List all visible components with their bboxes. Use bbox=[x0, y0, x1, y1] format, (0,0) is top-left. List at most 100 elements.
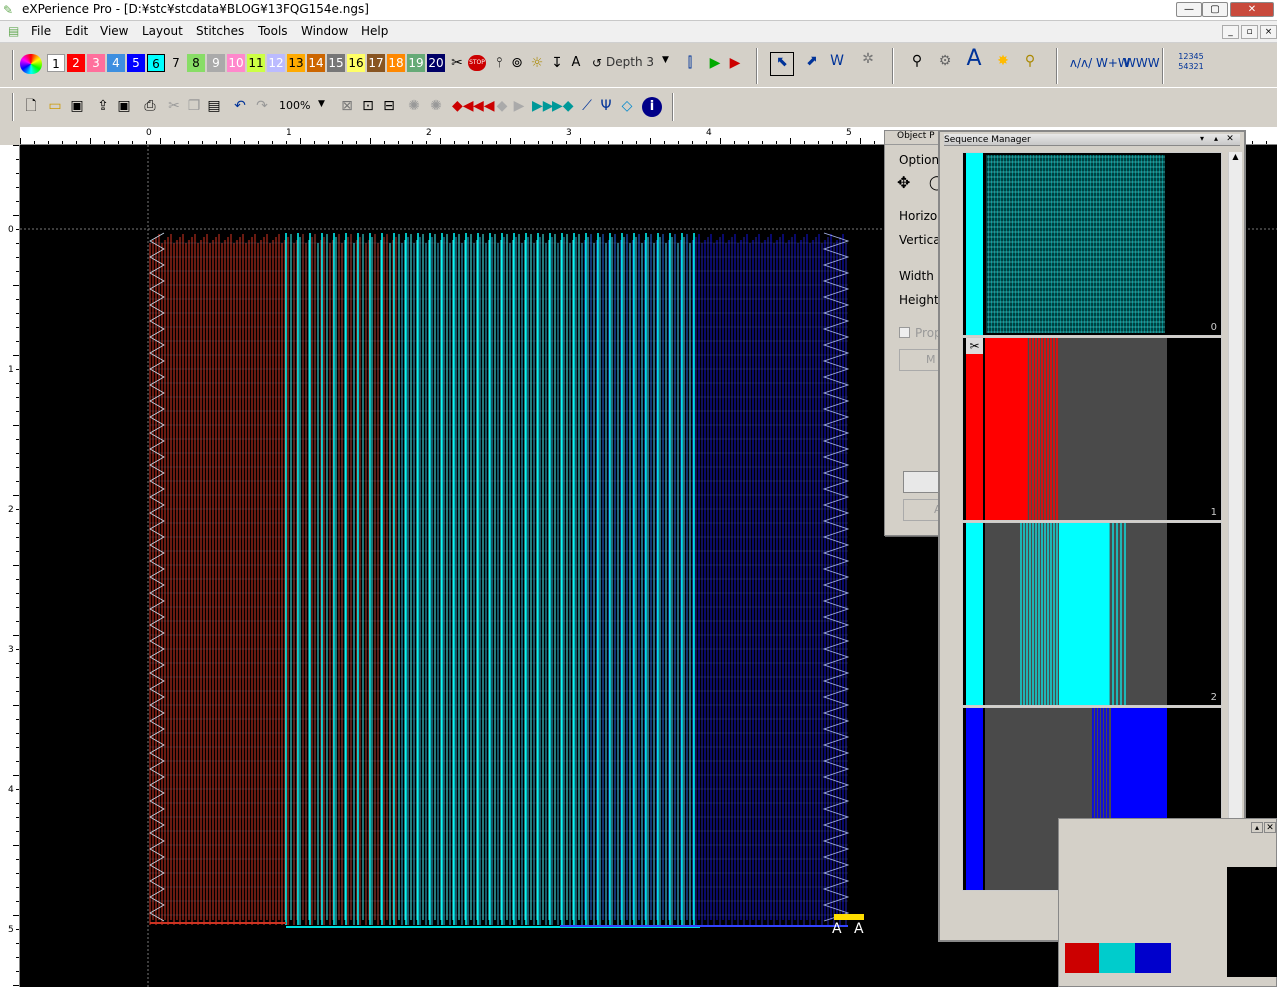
color-button-13[interactable]: 13 bbox=[287, 54, 305, 72]
maximize-button[interactable]: ▢ bbox=[1202, 2, 1228, 17]
depth-selector[interactable]: Depth 3 bbox=[606, 55, 654, 69]
sequence-row-0[interactable]: 0 bbox=[962, 152, 1222, 336]
sequence-row-2[interactable]: 2 bbox=[962, 522, 1222, 706]
last-icon[interactable]: ▶◆ bbox=[552, 97, 574, 115]
text-tool-icon[interactable]: A bbox=[961, 48, 987, 70]
node-select-icon[interactable]: ⬈ bbox=[800, 52, 824, 70]
print-icon[interactable]: ⎙ bbox=[141, 97, 159, 115]
scroll-up-icon[interactable]: ▲ bbox=[1229, 152, 1242, 161]
move-icon[interactable]: ✥ bbox=[897, 173, 910, 192]
bug-2-icon[interactable]: ✺ bbox=[426, 97, 446, 115]
lock-icon[interactable]: ⊚ bbox=[508, 54, 526, 72]
wave-select-icon[interactable]: W bbox=[826, 52, 848, 70]
stitch-pattern-3-icon[interactable]: WWW bbox=[1124, 54, 1160, 72]
menu-layout[interactable]: Layout bbox=[142, 24, 183, 38]
close-button[interactable]: ✕ bbox=[1230, 2, 1274, 17]
zoom-page-icon[interactable]: ⊟ bbox=[380, 97, 398, 115]
scissors-icon[interactable]: ✂ bbox=[448, 54, 466, 72]
zoom-box-icon[interactable]: ⊡ bbox=[359, 97, 377, 115]
rewind-icon[interactable]: ◀◀ bbox=[473, 97, 495, 115]
magnifier-icon[interactable]: ⚲ bbox=[905, 52, 929, 70]
zoom-icon[interactable]: ⚲ bbox=[1018, 52, 1042, 70]
select-arrow-icon[interactable]: ⬉ bbox=[770, 52, 794, 76]
cut-icon[interactable]: ✂ bbox=[165, 97, 183, 115]
chevron-down-icon[interactable]: ▼ bbox=[662, 55, 669, 65]
menu-file[interactable]: File bbox=[31, 24, 51, 38]
menu-help[interactable]: Help bbox=[361, 24, 388, 38]
options-tab[interactable]: Option bbox=[899, 153, 939, 167]
close-icon[interactable]: ✕ bbox=[1224, 134, 1236, 145]
mdi-restore-button[interactable]: ▫ bbox=[1241, 25, 1258, 39]
sequence-row-1[interactable]: ✂ 1 bbox=[962, 337, 1222, 521]
zoom-fit-icon[interactable]: ⊠ bbox=[338, 97, 356, 115]
paste-icon[interactable]: ▤ bbox=[205, 97, 223, 115]
align-icon[interactable]: ⫿ bbox=[680, 54, 700, 72]
color-button-18[interactable]: 18 bbox=[387, 54, 405, 72]
color-button-14[interactable]: 14 bbox=[307, 54, 325, 72]
color-button-8[interactable]: 8 bbox=[187, 54, 205, 72]
color-button-15[interactable]: 15 bbox=[327, 54, 345, 72]
scrollbar[interactable]: ▲ ▼ bbox=[1228, 152, 1242, 932]
color-button-19[interactable]: 19 bbox=[407, 54, 425, 72]
menu-edit[interactable]: Edit bbox=[65, 24, 88, 38]
color-button-3[interactable]: 3 bbox=[87, 54, 105, 72]
copy-icon[interactable]: ❐ bbox=[185, 97, 203, 115]
color-button-4[interactable]: 4 bbox=[107, 54, 125, 72]
stitch-icon[interactable]: Ψ bbox=[597, 97, 615, 115]
redo-icon[interactable]: ↷ bbox=[253, 97, 271, 115]
color-button-11[interactable]: 11 bbox=[247, 54, 265, 72]
text-icon[interactable]: A bbox=[568, 54, 584, 72]
sun-icon[interactable]: ☼ bbox=[528, 54, 546, 72]
color-button-16[interactable]: 16 bbox=[347, 54, 365, 72]
collapse-icon[interactable]: ▾ bbox=[1196, 134, 1208, 145]
color-button-1[interactable]: 1 bbox=[47, 54, 65, 72]
prev-icon[interactable]: ◆ bbox=[495, 97, 509, 115]
mdi-minimize-button[interactable]: _ bbox=[1222, 25, 1239, 39]
play-icon[interactable]: ▶ bbox=[706, 54, 724, 72]
color-button-7[interactable]: 7 bbox=[167, 54, 185, 72]
diamond-icon[interactable]: ◇ bbox=[618, 97, 636, 115]
menu-window[interactable]: Window bbox=[301, 24, 348, 38]
save-as-icon[interactable]: ▣ bbox=[115, 97, 133, 115]
play-end-icon[interactable]: ▶ bbox=[726, 54, 744, 72]
chevron-up-icon[interactable]: ▴ bbox=[1210, 134, 1222, 145]
path-icon[interactable]: ⟋ bbox=[578, 97, 596, 115]
undo-icon[interactable]: ↶ bbox=[231, 97, 249, 115]
menu-stitches[interactable]: Stitches bbox=[196, 24, 244, 38]
forward-icon[interactable]: ▶▶ bbox=[532, 97, 554, 115]
needle-icon[interactable]: ⫯ bbox=[490, 54, 508, 72]
sequence-number-icon[interactable]: 12345 54321 bbox=[1176, 52, 1206, 72]
close-icon[interactable]: ✕ bbox=[1264, 822, 1276, 833]
color-button-12[interactable]: 12 bbox=[267, 54, 285, 72]
color-button-9[interactable]: 9 bbox=[207, 54, 225, 72]
color-button-17[interactable]: 17 bbox=[367, 54, 385, 72]
needle-down-icon[interactable]: ↧ bbox=[548, 54, 566, 72]
bug-1-icon[interactable]: ✺ bbox=[404, 97, 424, 115]
open-folder-icon[interactable]: ▭ bbox=[46, 97, 64, 115]
import-icon[interactable]: ⇪ bbox=[94, 97, 112, 115]
color-button-5[interactable]: 5 bbox=[127, 54, 145, 72]
stitch-pattern-1-icon[interactable]: ʌ/ʌ/ bbox=[1068, 54, 1094, 72]
proportional-checkbox[interactable] bbox=[899, 327, 910, 338]
ole2-icon[interactable]: ✲ bbox=[854, 50, 882, 68]
color-button-10[interactable]: 10 bbox=[227, 54, 245, 72]
color-button-6[interactable]: 6 bbox=[147, 54, 165, 72]
save-icon[interactable]: ▣ bbox=[68, 97, 86, 115]
zoom-selector[interactable]: 100% bbox=[279, 99, 310, 112]
star-icon[interactable]: ✸ bbox=[991, 52, 1015, 70]
chevron-down-icon[interactable]: ▼ bbox=[318, 99, 325, 109]
next-icon[interactable]: ▶ bbox=[512, 97, 526, 115]
menu-tools[interactable]: Tools bbox=[258, 24, 288, 38]
color-button-2[interactable]: 2 bbox=[67, 54, 85, 72]
mdi-close-button[interactable]: × bbox=[1260, 25, 1277, 39]
color-wheel-icon[interactable] bbox=[20, 54, 42, 74]
chevron-up-icon[interactable]: ▴ bbox=[1251, 822, 1263, 833]
menu-view[interactable]: View bbox=[100, 24, 128, 38]
info-icon[interactable]: i bbox=[642, 97, 662, 117]
stop-icon[interactable]: STOP bbox=[468, 55, 486, 71]
gears-icon[interactable]: ⚙ bbox=[933, 52, 957, 70]
color-button-20[interactable]: 20 bbox=[427, 54, 445, 72]
stitch-pattern-2-icon[interactable]: W+W bbox=[1096, 54, 1130, 72]
minimize-button[interactable]: — bbox=[1176, 2, 1202, 17]
new-file-icon[interactable]: 🗋 bbox=[22, 97, 40, 115]
